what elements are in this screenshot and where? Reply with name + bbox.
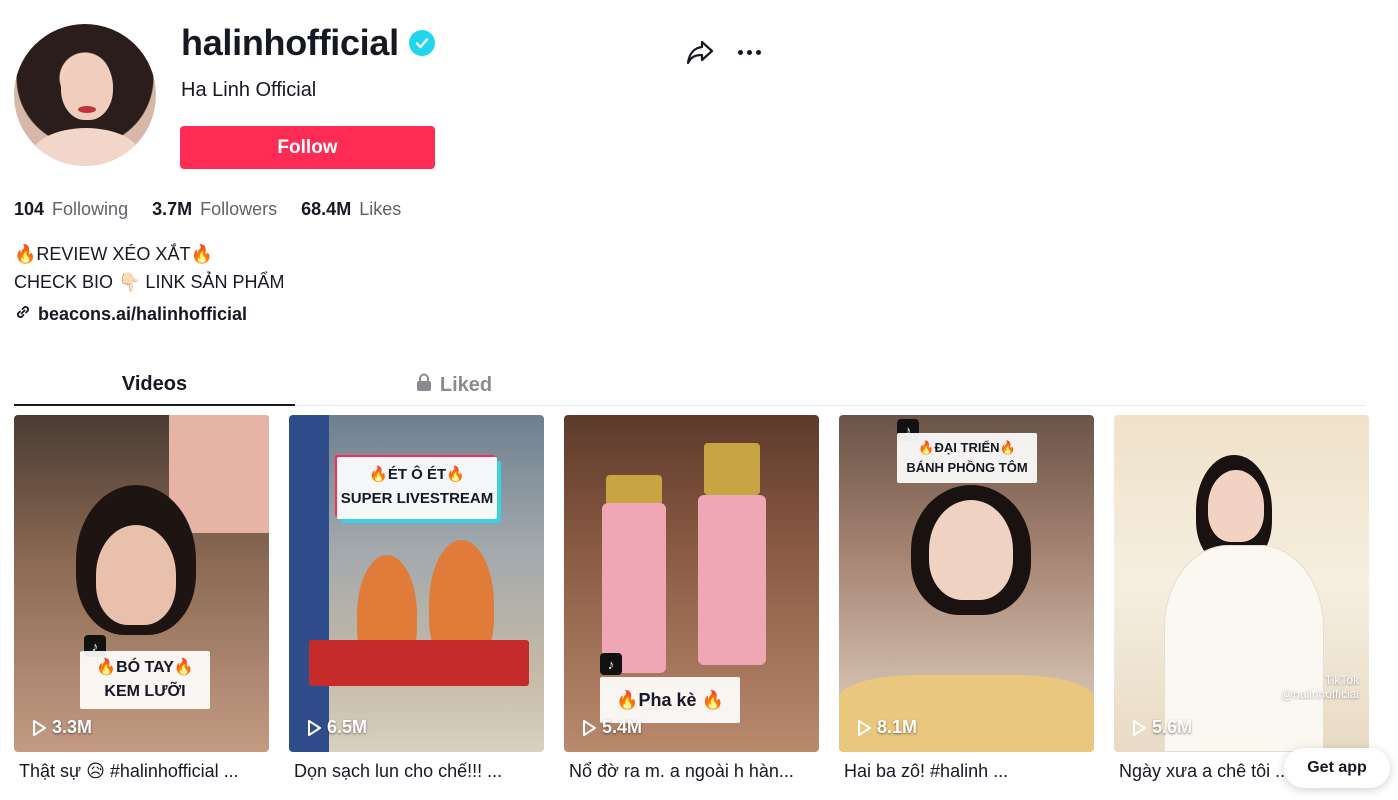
bottle	[602, 503, 666, 673]
video-thumbnail[interactable]: 🔥ÉT Ô ÉT🔥 SUPER LIVESTREAM 6.5M	[289, 415, 544, 752]
play-icon	[1133, 719, 1146, 736]
video-overlay-text: 🔥ĐẠI TRIỂN🔥 BÁNH PHỒNG TÔM	[897, 433, 1037, 483]
view-count: 5.6M	[1132, 717, 1192, 738]
crackers	[839, 675, 1094, 752]
likes-label: Likes	[359, 199, 402, 219]
view-count: 6.5M	[307, 717, 367, 738]
video-thumbnail[interactable]: ♪ 🔥ĐẠI TRIỂN🔥 BÁNH PHỒNG TÔM 8.1M	[839, 415, 1094, 752]
followers-stat[interactable]: 3.7M Followers	[152, 199, 277, 220]
video-card[interactable]: 🔥ÉT Ô ÉT🔥 SUPER LIVESTREAM 6.5M Dọn sạch …	[289, 415, 544, 782]
link-icon	[14, 303, 32, 326]
video-caption[interactable]: Dọn sạch lun cho chế!!! ...	[289, 761, 544, 782]
tab-liked[interactable]: Liked	[314, 364, 594, 406]
view-count: 8.1M	[857, 717, 917, 738]
tiktok-watermark: TikTok @halinhofficial	[1280, 673, 1359, 701]
video-overlay-text: 🔥BÓ TAY🔥 KEM LƯỠI	[80, 651, 210, 709]
person-face	[929, 500, 1013, 600]
likes-count: 68.4M	[301, 199, 352, 219]
bottle-cap	[704, 443, 760, 495]
play-icon	[858, 719, 871, 736]
bio: 🔥REVIEW XÉO XẮT🔥 CHECK BIO 👇🏻 LINK SẢN P…	[14, 240, 284, 296]
video-caption[interactable]: Nổ đờ ra m. a ngoài h hàn...	[564, 761, 819, 782]
tab-liked-label: Liked	[439, 373, 493, 396]
bio-line-1: 🔥REVIEW XÉO XẮT🔥	[14, 244, 213, 264]
person-face	[96, 525, 176, 625]
following-count: 104	[14, 199, 45, 219]
video-caption[interactable]: Hai ba zô! #halinh ...	[839, 761, 1094, 782]
video-card[interactable]: ♪ 🔥BÓ TAY🔥 KEM LƯỠI 3.3M Thật sự 😥 #halin…	[14, 415, 269, 782]
video-card[interactable]: TikTok @halinhofficial 5.6M Ngày xưa a ch…	[1114, 415, 1369, 782]
video-caption[interactable]: Thật sự 😥 #halinhofficial ...	[14, 761, 269, 782]
video-thumbnail[interactable]: ♪ 🔥BÓ TAY🔥 KEM LƯỠI 3.3M	[14, 415, 269, 752]
username: halinhofficial	[181, 22, 399, 63]
warehouse-shelf	[289, 415, 329, 752]
avatar-lips	[78, 106, 96, 113]
view-count: 5.4M	[582, 717, 642, 738]
following-label: Following	[52, 199, 129, 219]
lock-icon	[416, 373, 432, 397]
video-overlay-text: 🔥ÉT Ô ÉT🔥 SUPER LIVESTREAM	[337, 457, 497, 519]
bottle	[698, 495, 766, 665]
play-icon	[308, 719, 321, 736]
avatar[interactable]	[14, 24, 156, 166]
bio-link-text: beacons.ai/halinhofficial	[38, 304, 248, 324]
followers-label: Followers	[200, 199, 278, 219]
tab-videos[interactable]: Videos	[14, 364, 295, 406]
profile-stats: 104 Following 3.7M Followers 68.4M Likes	[14, 199, 425, 220]
followers-count: 3.7M	[152, 199, 193, 219]
display-name: Ha Linh Official	[181, 79, 317, 101]
share-icon[interactable]	[684, 36, 716, 68]
profile-tabs: Videos Liked	[14, 364, 1366, 406]
bio-link[interactable]: beacons.ai/halinhofficial	[14, 303, 247, 326]
video-thumbnail[interactable]: ♪ 🔥Pha kè 🔥 5.4M	[564, 415, 819, 752]
video-card[interactable]: ♪ 🔥Pha kè 🔥 5.4M Nổ đờ ra m. a ngoài h h…	[564, 415, 819, 782]
products	[309, 640, 529, 686]
username-row: halinhofficial	[181, 22, 435, 64]
tiktok-logo-icon: ♪	[600, 653, 622, 675]
avatar-shoulders	[30, 128, 142, 166]
video-card[interactable]: ♪ 🔥ĐẠI TRIỂN🔥 BÁNH PHỒNG TÔM 8.1M Hai ba …	[839, 415, 1094, 782]
video-grid: ♪ 🔥BÓ TAY🔥 KEM LƯỠI 3.3M Thật sự 😥 #halin…	[14, 415, 1369, 782]
play-icon	[583, 719, 596, 736]
verified-badge-icon	[408, 30, 435, 56]
likes-stat: 68.4M Likes	[301, 199, 401, 220]
get-app-button[interactable]: Get app	[1284, 748, 1390, 788]
follow-button[interactable]: Follow	[180, 126, 435, 169]
more-icon[interactable]	[734, 38, 764, 66]
following-stat[interactable]: 104 Following	[14, 199, 128, 220]
bio-line-2: CHECK BIO 👇🏻 LINK SẢN PHẨM	[14, 272, 285, 292]
person-face	[1208, 470, 1264, 542]
video-thumbnail[interactable]: TikTok @halinhofficial 5.6M	[1114, 415, 1369, 752]
view-count: 3.3M	[32, 717, 92, 738]
bottle-cap	[606, 475, 662, 505]
play-icon	[33, 719, 46, 736]
